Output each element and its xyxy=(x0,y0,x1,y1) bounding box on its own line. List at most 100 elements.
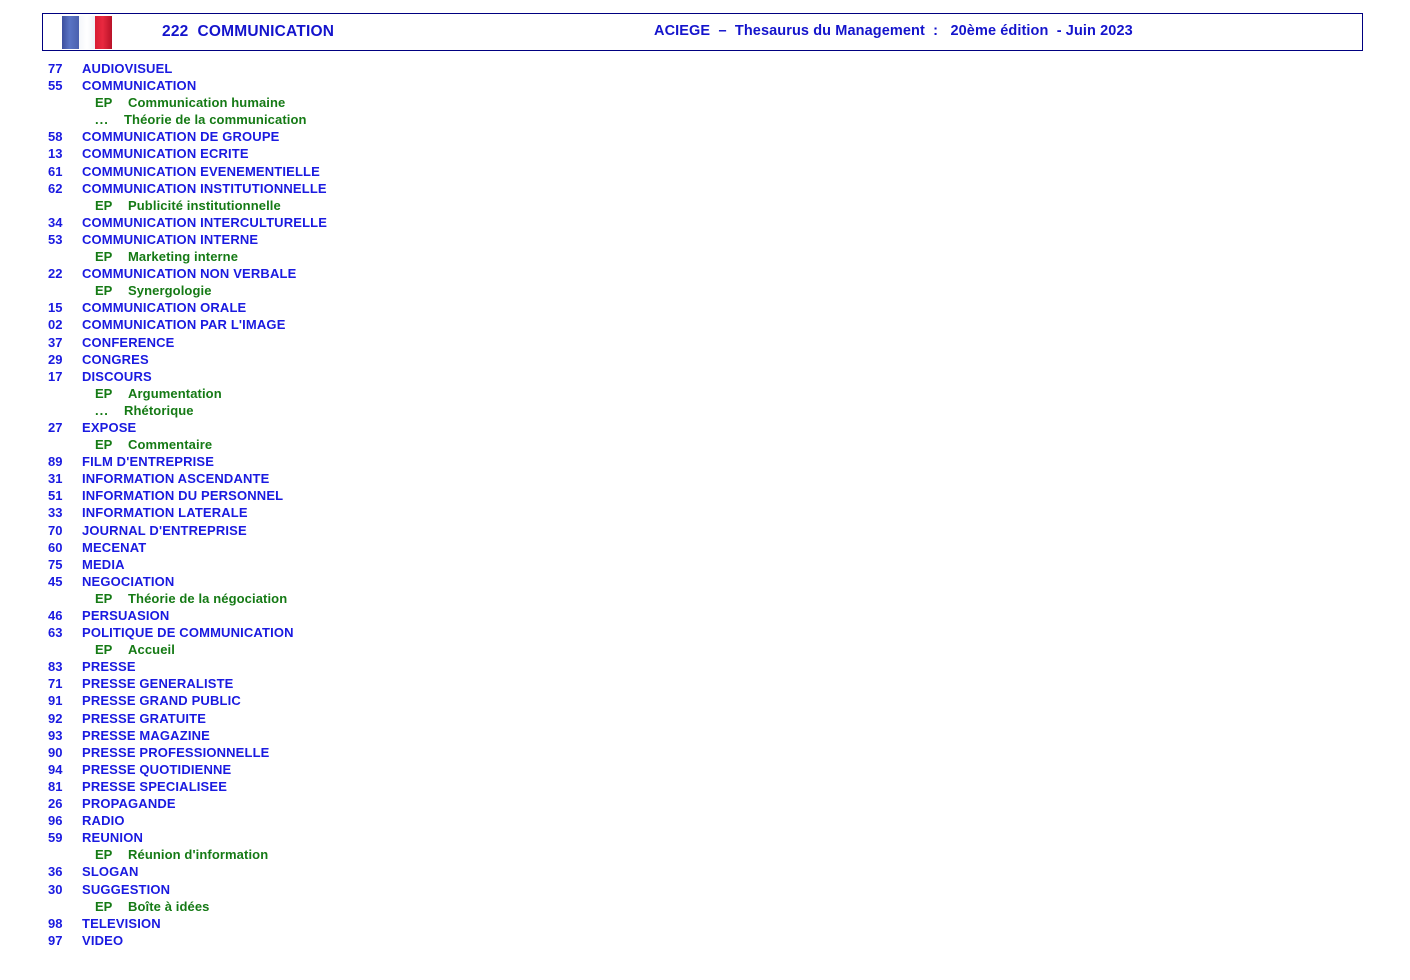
term-row[interactable]: 34COMMUNICATION INTERCULTURELLE xyxy=(0,214,700,231)
sub-term-label: Théorie de la communication xyxy=(124,111,307,128)
ep-synonym-row[interactable]: EPAccueil xyxy=(0,641,700,658)
term-row[interactable]: 46 PERSUASION xyxy=(0,607,700,624)
term-code: 91 xyxy=(48,692,76,709)
term-label: COMMUNICATION PAR L'IMAGE xyxy=(82,316,286,333)
term-code: 89 xyxy=(48,453,76,470)
term-label: FILM D'ENTREPRISE xyxy=(82,453,214,470)
term-code: 17 xyxy=(48,368,76,385)
term-row[interactable]: 83PRESSE xyxy=(0,658,700,675)
term-row[interactable]: 98TELEVISION xyxy=(0,915,700,932)
term-row[interactable]: 58COMMUNICATION DE GROUPE xyxy=(0,128,700,145)
term-row[interactable]: 71PRESSE GENERALISTE xyxy=(0,675,700,692)
term-row[interactable]: 77AUDIOVISUEL xyxy=(0,60,700,77)
term-row[interactable]: 27EXPOSE xyxy=(0,419,700,436)
term-code: 02 xyxy=(48,316,76,333)
term-row[interactable]: 62COMMUNICATION INSTITUTIONNELLE xyxy=(0,180,700,197)
term-row[interactable]: 94PRESSE QUOTIDIENNE xyxy=(0,761,700,778)
ep-synonym-row[interactable]: EPPublicité institutionnelle xyxy=(0,197,700,214)
term-code: 37 xyxy=(48,334,76,351)
term-row[interactable]: 26 PROPAGANDE xyxy=(0,795,700,812)
term-label: COMMUNICATION xyxy=(82,77,196,94)
term-code: 15 xyxy=(48,299,76,316)
ep-synonym-row[interactable]: EPRéunion d'information xyxy=(0,846,700,863)
term-label: CONFERENCE xyxy=(82,334,175,351)
term-code: 51 xyxy=(48,487,76,504)
ep-synonym-row[interactable]: EPCommentaire xyxy=(0,436,700,453)
term-label: PERSUASION xyxy=(82,607,169,624)
term-code: 46 xyxy=(48,607,76,624)
ep-marker: EP xyxy=(95,846,112,863)
term-row[interactable]: 37 CONFERENCE xyxy=(0,334,700,351)
sub-term-label: Boîte à idées xyxy=(128,898,210,915)
term-label: PROPAGANDE xyxy=(82,795,176,812)
term-code: 29 xyxy=(48,351,76,368)
term-list-left-column: 77AUDIOVISUEL55COMMUNICATIONEPCommunicat… xyxy=(0,60,700,949)
term-row[interactable]: 30SUGGESTION xyxy=(0,881,700,898)
term-row[interactable]: 97VIDEO xyxy=(0,932,700,949)
term-row[interactable]: 22COMMUNICATION NON VERBALE xyxy=(0,265,700,282)
ep-synonym-row[interactable]: EPThéorie de la négociation xyxy=(0,590,700,607)
term-row[interactable]: 91PRESSE GRAND PUBLIC xyxy=(0,692,700,709)
related-term-row[interactable]: ...Vidéofilm xyxy=(713,111,1353,128)
sub-term-label: Marketing interne xyxy=(128,248,238,265)
term-row[interactable]: 89 FILM D'ENTREPRISE xyxy=(0,453,700,470)
term-row[interactable]: 92PRESSE GRATUITE xyxy=(0,710,700,727)
ep-synonym-row[interactable]: EPCommunication humaine xyxy=(0,94,700,111)
ellipsis-marker: ... xyxy=(95,111,109,128)
term-row[interactable]: 45NEGOCIATION xyxy=(0,573,700,590)
term-label: DISCOURS xyxy=(82,368,152,385)
term-label: CONGRES xyxy=(82,351,149,368)
term-code: 33 xyxy=(48,504,76,521)
related-term-row[interactable]: ... Théorie de la communication xyxy=(0,111,700,128)
term-label: NEGOCIATION xyxy=(82,573,174,590)
term-label: JOURNAL D'ENTREPRISE xyxy=(82,522,247,539)
term-row[interactable]: 53 COMMUNICATION INTERNE xyxy=(0,231,700,248)
related-term-row[interactable]: ...Vidéodisque xyxy=(713,94,1353,111)
term-row[interactable]: 29 CONGRES xyxy=(0,351,700,368)
term-row[interactable]: 59REUNION xyxy=(0,829,700,846)
term-label: SUGGESTION xyxy=(82,881,170,898)
related-term-row[interactable]: ...Rhétorique xyxy=(0,402,700,419)
term-row[interactable]: 96RADIO xyxy=(0,812,700,829)
term-code: 53 xyxy=(48,231,76,248)
term-row[interactable]: 17 DISCOURS xyxy=(0,368,700,385)
term-row[interactable]: 81PRESSE SPECIALISEE xyxy=(0,778,700,795)
term-label: PRESSE xyxy=(82,658,136,675)
page-title: 222 COMMUNICATION xyxy=(162,23,334,41)
term-row[interactable]: 02 COMMUNICATION PAR L'IMAGE xyxy=(0,316,700,333)
related-term-row[interactable]: ...Vidéoclip xyxy=(713,77,1353,94)
term-row[interactable]: 63POLITIQUE DE COMMUNICATION xyxy=(0,624,700,641)
term-row[interactable]: 36SLOGAN xyxy=(0,863,700,880)
term-code: 90 xyxy=(48,744,76,761)
term-label: COMMUNICATION INTERNE xyxy=(82,231,258,248)
ep-synonym-row[interactable]: EPSynergologie xyxy=(0,282,700,299)
ep-marker: EP xyxy=(95,590,112,607)
term-row[interactable]: 15COMMUNICATION ORALE xyxy=(0,299,700,316)
term-row[interactable]: 55COMMUNICATION xyxy=(0,77,700,94)
term-label: MECENAT xyxy=(82,539,146,556)
term-row[interactable]: 13COMMUNICATION ECRITE xyxy=(0,145,700,162)
term-row[interactable]: 90PRESSE PROFESSIONNELLE xyxy=(0,744,700,761)
term-row[interactable]: 75MEDIA xyxy=(0,556,700,573)
ep-synonym-row[interactable]: EPDiffusion en continu xyxy=(713,60,1353,77)
term-code: 61 xyxy=(48,163,76,180)
term-row[interactable]: 31INFORMATION ASCENDANTE xyxy=(0,470,700,487)
term-row[interactable]: 33INFORMATION LATERALE xyxy=(0,504,700,521)
ep-marker: EP xyxy=(95,898,112,915)
term-row[interactable]: 70JOURNAL D'ENTREPRISE xyxy=(0,522,700,539)
term-row[interactable]: 61COMMUNICATION EVENEMENTIELLE xyxy=(0,163,700,180)
term-row[interactable]: 51INFORMATION DU PERSONNEL xyxy=(0,487,700,504)
term-code: 31 xyxy=(48,470,76,487)
ep-marker: EP xyxy=(95,385,112,402)
ep-synonym-row[interactable]: EP Boîte à idées xyxy=(0,898,700,915)
term-code: 34 xyxy=(48,214,76,231)
term-row[interactable]: 60MECENAT xyxy=(0,539,700,556)
ep-synonym-row[interactable]: EPArgumentation xyxy=(0,385,700,402)
term-label: PRESSE GRATUITE xyxy=(82,710,206,727)
ep-synonym-row[interactable]: EPMarketing interne xyxy=(0,248,700,265)
term-code: 26 xyxy=(48,795,76,812)
term-code: 96 xyxy=(48,812,76,829)
term-row[interactable]: 93PRESSE MAGAZINE xyxy=(0,727,700,744)
term-code: 59 xyxy=(48,829,76,846)
term-label: MEDIA xyxy=(82,556,125,573)
